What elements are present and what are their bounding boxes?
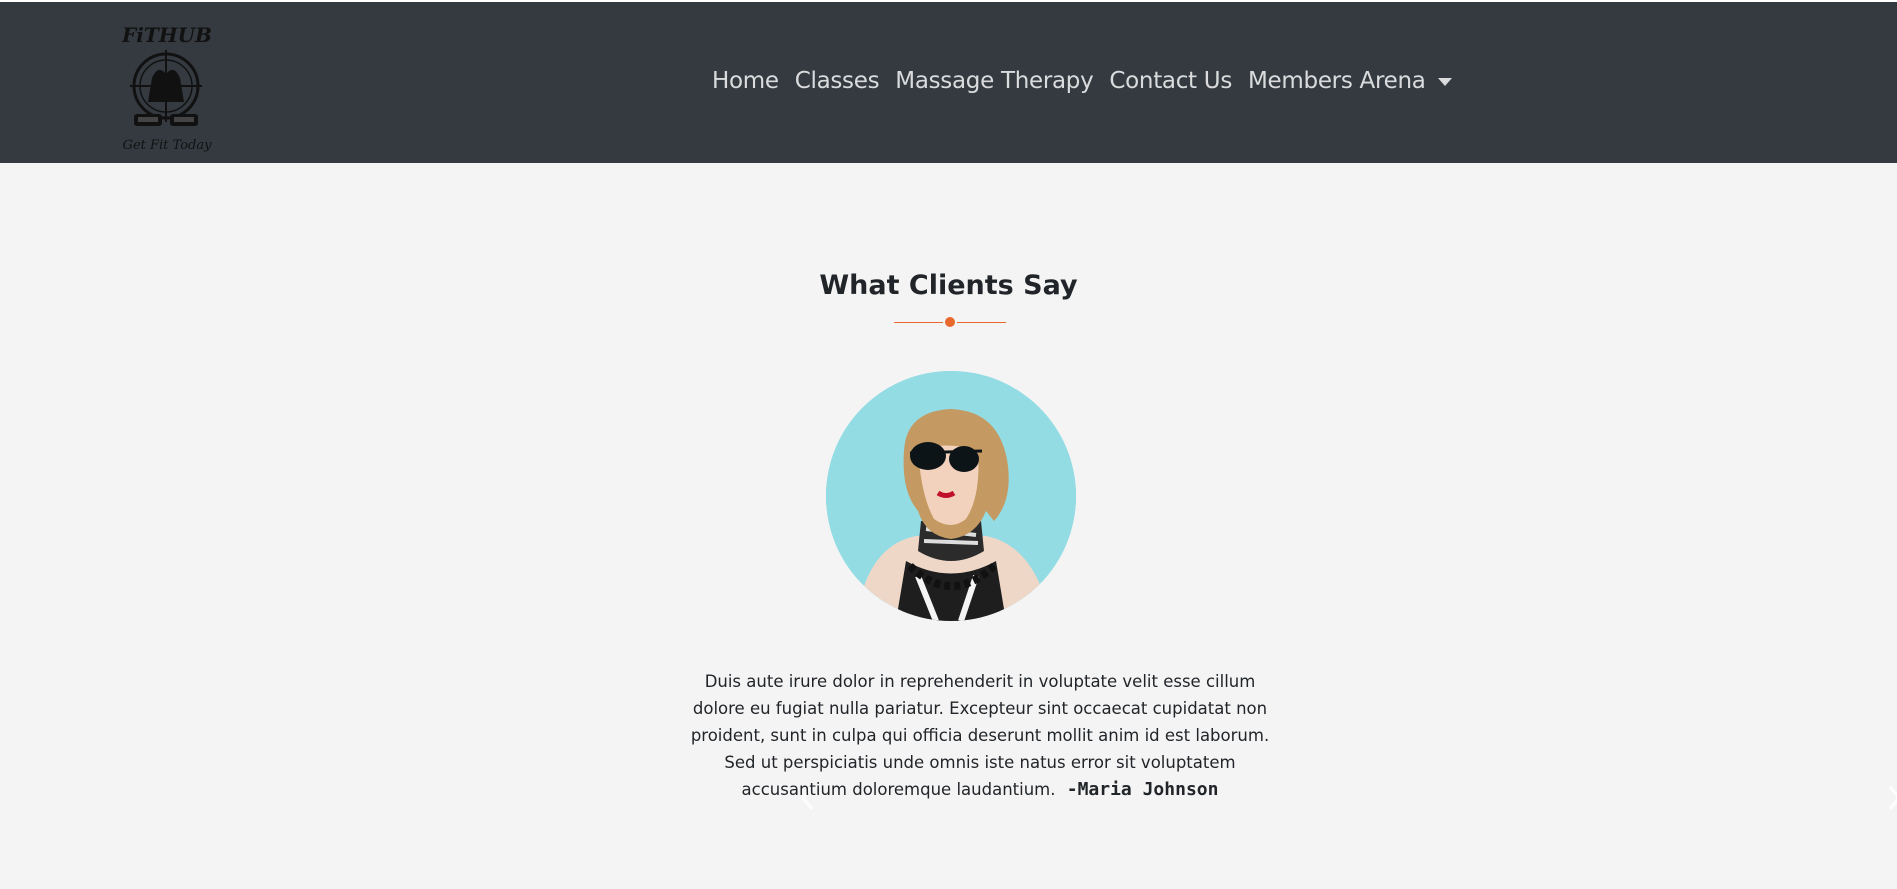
section-title: What Clients Say xyxy=(819,270,1078,301)
caret-down-icon xyxy=(1437,78,1452,86)
nav-classes-link[interactable]: Classes xyxy=(795,68,880,94)
fithub-logo[interactable]: FiTHUB Get Fit Today xyxy=(122,16,212,156)
nav-members-arena-dropdown[interactable]: Members Arena xyxy=(1248,68,1452,94)
nav-contact-us-link[interactable]: Contact Us xyxy=(1109,68,1232,94)
svg-text:Get Fit Today: Get Fit Today xyxy=(123,138,212,153)
members-arena-label: Members Arena xyxy=(1248,68,1426,94)
nav-massage-therapy-link[interactable]: Massage Therapy xyxy=(895,68,1093,94)
navbar: FiTHUB Get Fit Today Home Classes Massag… xyxy=(0,2,1897,163)
divider-line-right xyxy=(957,321,1006,323)
main-nav: Home Classes Massage Therapy Contact Us … xyxy=(712,68,1452,94)
quote-author: -Maria Johnson xyxy=(1066,779,1219,800)
divider-line-left xyxy=(894,321,943,323)
nav-home-link[interactable]: Home xyxy=(712,68,779,94)
client-avatar xyxy=(826,371,1076,621)
carousel-next-button[interactable] xyxy=(1884,783,1897,813)
testimonials-section: What Clients Say Duis aute irure dolor i… xyxy=(0,163,1897,889)
title-divider xyxy=(894,316,1006,328)
svg-text:FiTHUB: FiTHUB xyxy=(122,23,212,47)
testimonial-quote: Duis aute irure dolor in reprehenderit i… xyxy=(690,668,1270,803)
divider-dot xyxy=(945,317,955,327)
